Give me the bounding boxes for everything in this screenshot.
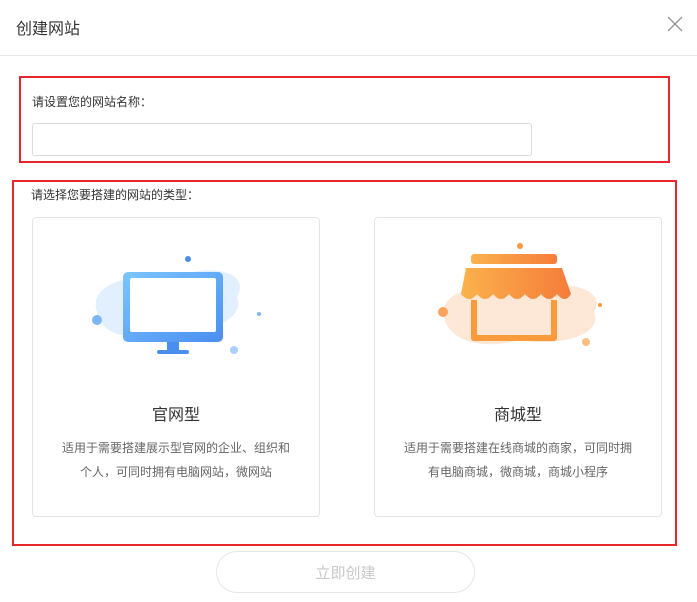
card-description: 适用于需要搭建展示型官网的企业、组织和 个人，可同时拥有电脑网站，微网站	[61, 441, 290, 479]
site-type-section: 请选择您要搭建的网站的类型： 官网型 适用于需要搭建展示型官网的企业、组织和 个…	[12, 180, 677, 546]
site-name-label: 请设置您的网站名称：	[32, 95, 153, 109]
card-mall-site[interactable]: 商城型 适用于需要搭建在线商城的商家，可同时拥 有电脑商城，微商城，商城小程序	[374, 217, 662, 517]
site-name-section: 请设置您的网站名称：	[19, 76, 670, 163]
site-type-label: 请选择您要搭建的网站的类型：	[31, 188, 200, 202]
monitor-icon	[92, 256, 261, 354]
card-title: 官网型	[151, 405, 200, 424]
dialog-title: 创建网站	[16, 19, 81, 38]
site-name-input[interactable]	[32, 123, 532, 156]
card-official-site[interactable]: 官网型 适用于需要搭建展示型官网的企业、组织和 个人，可同时拥有电脑网站，微网站	[32, 217, 320, 517]
storefront-icon	[438, 243, 602, 346]
card-title: 商城型	[493, 405, 542, 424]
close-icon[interactable]	[665, 14, 685, 34]
card-description: 适用于需要搭建在线商城的商家，可同时拥 有电脑商城，微商城，商城小程序	[403, 441, 632, 479]
dialog-header: 创建网站	[0, 0, 697, 56]
create-now-button[interactable]: 立即创建	[216, 551, 475, 593]
